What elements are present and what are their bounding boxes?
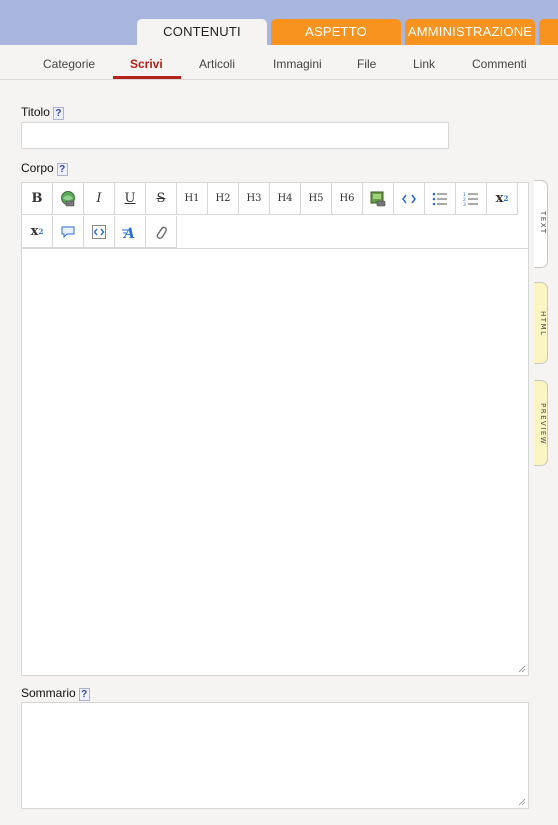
subnav-file[interactable]: File xyxy=(357,57,376,71)
title-help-icon[interactable]: ? xyxy=(52,107,64,120)
insert-image-button[interactable] xyxy=(363,183,394,215)
title-label-text: Titolo xyxy=(21,105,50,119)
tab-amministrazione[interactable]: AMMINISTRAZIONE xyxy=(405,19,535,45)
numbered-list-button[interactable]: 123 xyxy=(456,183,487,215)
summary-resize-handle-icon[interactable] xyxy=(518,798,526,806)
speech-bubble-icon xyxy=(61,226,75,238)
body-help-icon[interactable]: ? xyxy=(56,163,68,176)
subscript-exp: 2 xyxy=(38,227,44,236)
superscript-exp: 2 xyxy=(503,194,509,203)
editor-toolbar: B I U S H1 H2 H3 H4 H5 H6 123 x2 x2 A xyxy=(21,182,529,248)
superscript-button[interactable]: x2 xyxy=(487,183,518,215)
quote-button[interactable] xyxy=(53,216,84,248)
bullet-list-icon xyxy=(432,192,447,205)
tab-aspetto[interactable]: ASPETTO xyxy=(271,19,401,45)
subnav-categorie[interactable]: Categorie xyxy=(43,57,95,71)
side-tab-preview[interactable]: PREVIEW xyxy=(534,380,548,466)
subnav-immagini[interactable]: Immagini xyxy=(273,57,322,71)
globe-icon xyxy=(61,190,75,206)
font-style-button[interactable]: A xyxy=(115,216,146,248)
code-button[interactable] xyxy=(394,183,425,215)
title-label: Titolo? xyxy=(21,105,64,120)
heading5-button[interactable]: H5 xyxy=(301,183,332,215)
summary-label: Sommario? xyxy=(21,686,90,701)
body-label: Corpo? xyxy=(21,161,68,176)
active-subnav-indicator xyxy=(113,76,181,79)
bullet-list-button[interactable] xyxy=(425,183,456,215)
heading4-button[interactable]: H4 xyxy=(270,183,301,215)
side-tab-html[interactable]: HTML xyxy=(534,282,548,364)
tab-more[interactable] xyxy=(539,19,558,45)
heading2-button[interactable]: H2 xyxy=(208,183,239,215)
strikethrough-button[interactable]: S xyxy=(146,183,177,215)
subnav-scrivi[interactable]: Scrivi xyxy=(130,57,163,71)
svg-text:3: 3 xyxy=(463,202,466,206)
resize-handle-icon[interactable] xyxy=(518,665,526,673)
summary-textarea[interactable] xyxy=(21,702,529,809)
image-icon xyxy=(370,191,386,206)
sub-navigation: Categorie Scrivi Articoli Immagini File … xyxy=(0,45,558,80)
code-block-button[interactable] xyxy=(84,216,115,248)
heading6-button[interactable]: H6 xyxy=(332,183,363,215)
body-editor[interactable] xyxy=(21,248,529,676)
subnav-commenti[interactable]: Commenti xyxy=(472,57,527,71)
font-a-icon: A xyxy=(122,226,135,240)
underline-button[interactable]: U xyxy=(115,183,146,215)
superscript-base: x xyxy=(495,191,504,206)
subscript-button[interactable]: x2 xyxy=(22,216,53,248)
summary-help-icon[interactable]: ? xyxy=(78,688,90,701)
insert-image-link-button[interactable] xyxy=(53,183,84,215)
side-tab-text[interactable]: TEXT xyxy=(534,180,548,268)
title-input[interactable] xyxy=(21,122,449,149)
bold-button[interactable]: B xyxy=(22,183,53,215)
subnav-link[interactable]: Link xyxy=(413,57,435,71)
heading3-button[interactable]: H3 xyxy=(239,183,270,215)
italic-button[interactable]: I xyxy=(84,183,115,215)
body-label-text: Corpo xyxy=(21,161,54,175)
heading1-button[interactable]: H1 xyxy=(177,183,208,215)
paperclip-icon xyxy=(156,226,167,239)
summary-label-text: Sommario xyxy=(21,686,76,700)
attachment-button[interactable] xyxy=(146,216,177,248)
code-block-icon xyxy=(92,224,106,239)
code-icon xyxy=(402,194,416,203)
subnav-articoli[interactable]: Articoli xyxy=(199,57,235,71)
subscript-base: x xyxy=(30,224,39,239)
numbered-list-icon: 123 xyxy=(463,192,478,206)
tab-contenuti[interactable]: CONTENUTI xyxy=(137,19,267,45)
